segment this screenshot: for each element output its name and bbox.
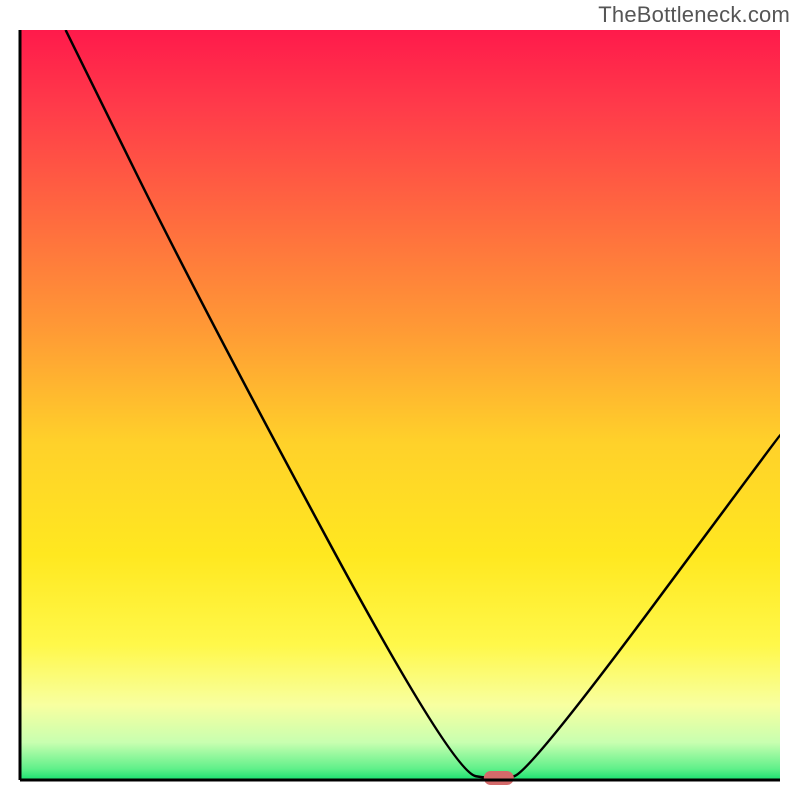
optimal-marker <box>484 771 514 785</box>
watermark-text: TheBottleneck.com <box>598 2 790 28</box>
bottleneck-chart <box>0 0 800 800</box>
